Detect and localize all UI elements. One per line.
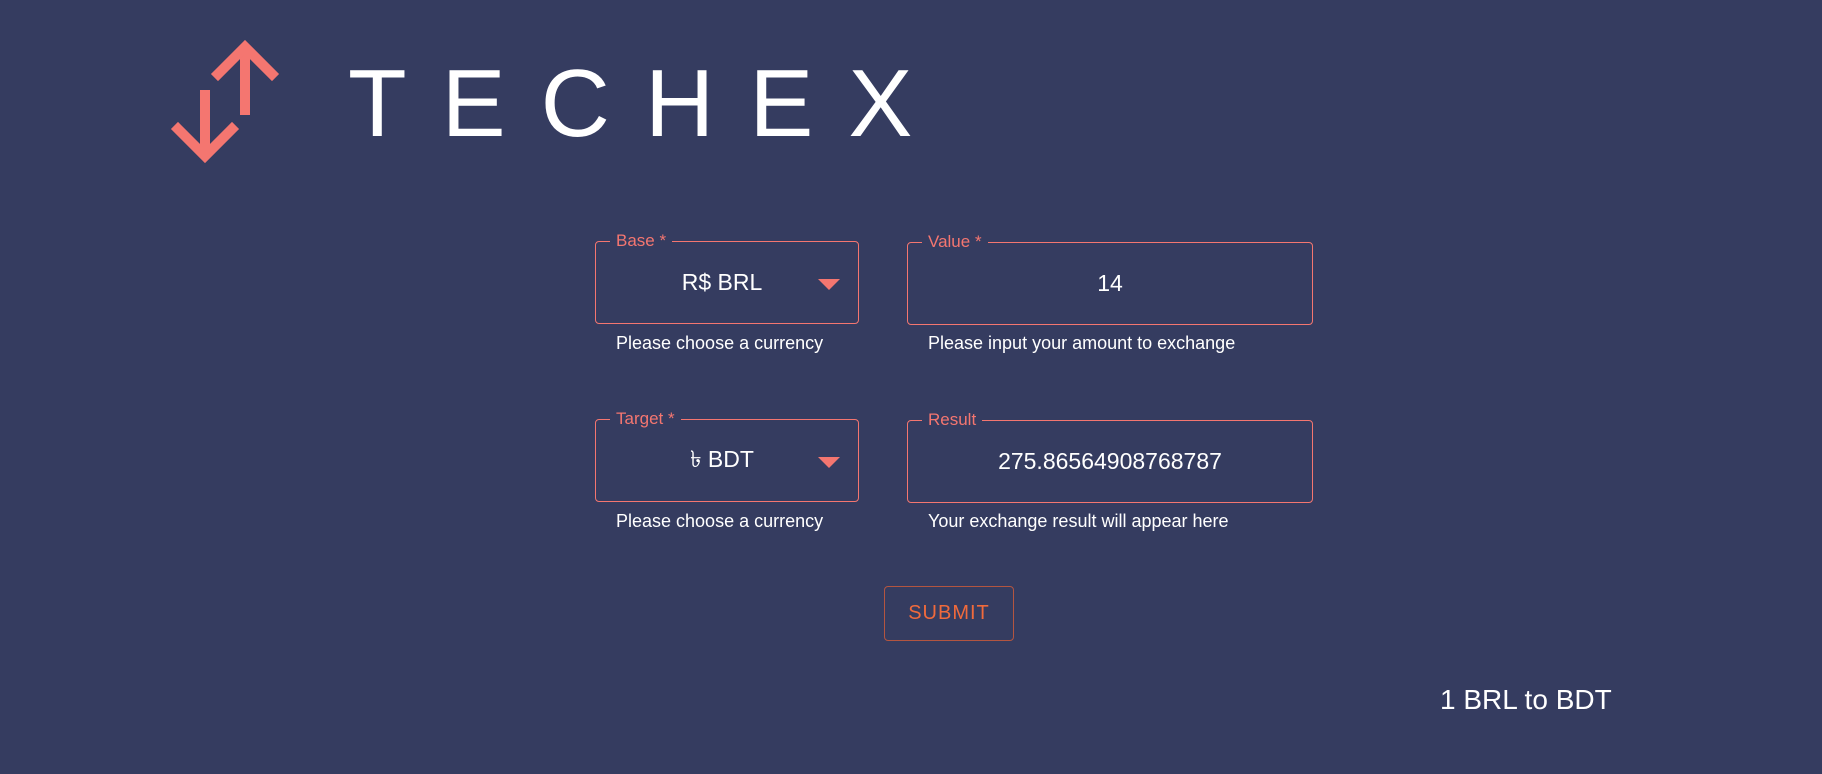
submit-button[interactable]: SUBMIT xyxy=(884,586,1014,641)
brand-name: TECHEX xyxy=(348,50,948,157)
base-currency-select[interactable]: Base * R$ BRL xyxy=(595,231,859,324)
brand-logo: TECHEX xyxy=(170,40,912,170)
base-selected-value: R$ BRL xyxy=(681,269,763,295)
base-helper-text: Please choose a currency xyxy=(616,333,824,353)
value-helper-text: Please input your amount to exchange xyxy=(928,333,1236,353)
result-field: Result 275.86564908768787 xyxy=(907,410,1313,503)
chevron-down-icon[interactable] xyxy=(818,456,840,468)
target-currency-select[interactable]: Target * ৳ BDT xyxy=(595,409,859,502)
chevron-down-icon[interactable] xyxy=(818,278,840,290)
value-input-text[interactable]: 14 xyxy=(908,243,1312,324)
up-down-arrows-icon xyxy=(170,40,280,164)
target-helper-text: Please choose a currency xyxy=(616,511,824,531)
value-input[interactable]: Value * 14 xyxy=(907,232,1313,325)
rate-caption: 1 BRL to BDT xyxy=(1440,684,1612,715)
result-value: 275.86564908768787 xyxy=(998,448,1222,474)
target-selected-value: ৳ BDT xyxy=(690,446,754,472)
result-helper-text: Your exchange result will appear here xyxy=(928,511,1229,531)
